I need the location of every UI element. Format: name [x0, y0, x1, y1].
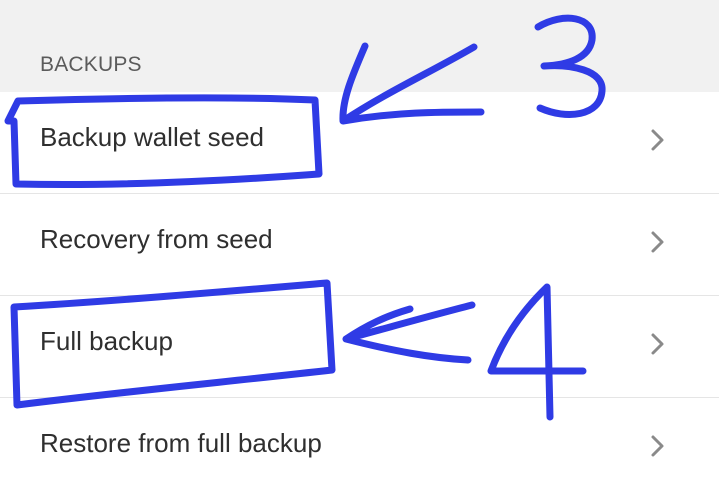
section-header: BACKUPS — [0, 0, 719, 92]
chevron-right-icon — [645, 126, 669, 154]
list-item-label: Full backup — [40, 326, 173, 356]
list-item-full-backup[interactable]: Full backup — [0, 296, 719, 398]
backup-options-list: Backup wallet seed Recovery from seed Fu… — [0, 92, 719, 500]
section-title: BACKUPS — [40, 53, 142, 76]
list-item-recovery-from-seed[interactable]: Recovery from seed — [0, 194, 719, 296]
chevron-right-icon — [645, 330, 669, 358]
list-item-label: Backup wallet seed — [40, 122, 265, 152]
list-item-label: Recovery from seed — [40, 224, 273, 254]
chevron-right-icon — [645, 432, 669, 460]
list-item-label: Restore from full backup — [40, 428, 322, 458]
list-item-backup-wallet-seed[interactable]: Backup wallet seed — [0, 92, 719, 194]
list-item-restore-from-full-backup[interactable]: Restore from full backup — [0, 398, 719, 500]
chevron-right-icon — [645, 228, 669, 256]
